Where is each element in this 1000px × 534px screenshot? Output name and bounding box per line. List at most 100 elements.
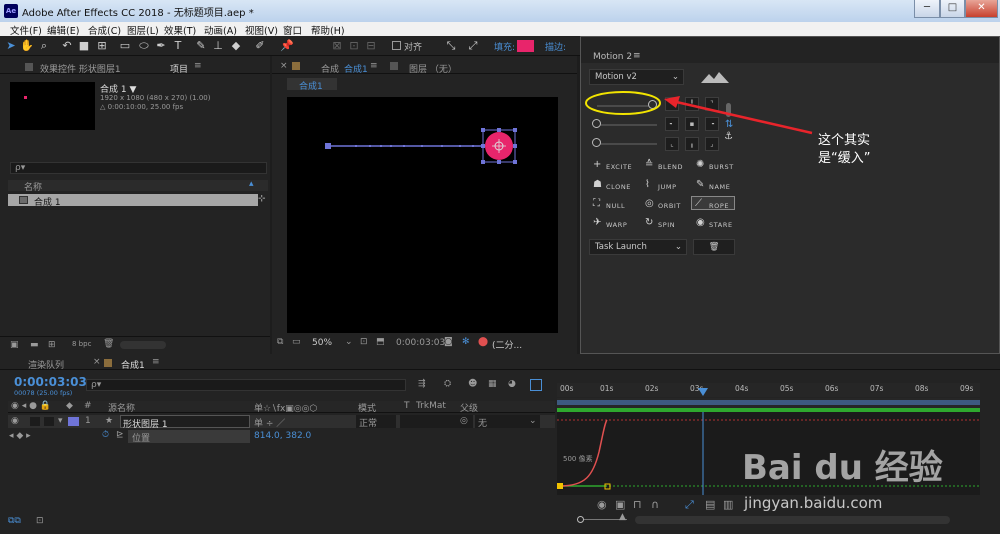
position-property-row[interactable]: ◂ ◆ ▸ ⏱ ⊵ 位置 814.0, 382.0: [8, 430, 555, 444]
composition-viewer[interactable]: [287, 97, 558, 333]
switches-column-icon[interactable]: 单☆∖fx▣◎◎⬡: [254, 401, 317, 414]
type-tool-icon[interactable]: T: [171, 39, 185, 53]
close-tab-icon[interactable]: ×: [280, 61, 288, 71]
timeline-search-input[interactable]: ρ▾: [86, 379, 406, 391]
resolution-dropdown[interactable]: (二分...: [492, 338, 522, 351]
tab-composition[interactable]: 合成1: [344, 62, 368, 75]
snap-option-icon[interactable]: ⤡: [444, 39, 458, 53]
layer-expand-icon[interactable]: ▾: [58, 416, 63, 426]
fit-all-graphs-icon[interactable]: ⤢: [685, 498, 694, 512]
jump-button[interactable]: JUMP: [658, 183, 677, 191]
menu-file[interactable]: 文件(F): [10, 23, 42, 37]
col-parent[interactable]: 父级: [460, 401, 478, 414]
tab-project[interactable]: 项目: [170, 62, 188, 75]
layer-parent-dropdown[interactable]: 无 ⌄: [475, 415, 540, 429]
graph-editor-toggle-icon[interactable]: [530, 379, 542, 391]
null-button[interactable]: NULL: [606, 202, 625, 210]
axis-tool-icon[interactable]: ⊠: [330, 39, 344, 53]
menu-animation[interactable]: 动画(A): [204, 23, 237, 37]
puppet-tool-icon[interactable]: 📌: [280, 39, 294, 53]
col-trkmat[interactable]: TrkMat: [416, 401, 446, 411]
frame-blending-icon[interactable]: ▦: [488, 379, 497, 389]
tab-effect-controls[interactable]: 效果控件 形状图层1: [40, 62, 121, 75]
footer-render-time-icon[interactable]: ⊡: [36, 516, 44, 526]
motion-panel-menu-icon[interactable]: ≡: [633, 51, 641, 61]
warp-button[interactable]: WARP: [606, 221, 627, 229]
menu-window[interactable]: 窗口: [283, 23, 302, 37]
task-launch-dropdown[interactable]: Task Launch ⌄: [589, 239, 687, 255]
clone-stamp-tool-icon[interactable]: ⊥: [211, 39, 225, 53]
layer-visibility-icon[interactable]: ◉: [11, 416, 19, 426]
tab-layer[interactable]: 图层 （无）: [409, 62, 457, 75]
menu-help[interactable]: 帮助(H): [311, 23, 345, 37]
orbit-button[interactable]: ORBIT: [658, 202, 681, 210]
menu-view[interactable]: 视图(V): [245, 23, 278, 37]
pan-behind-tool-icon[interactable]: ⊞: [95, 39, 109, 53]
close-button[interactable]: ✕: [965, 0, 998, 18]
col-name[interactable]: 名称: [24, 180, 42, 193]
shape-tool-icon[interactable]: ▭: [118, 39, 132, 53]
show-snapshot-icon[interactable]: ✻: [462, 337, 470, 347]
timeline-horizontal-scrollbar[interactable]: [635, 516, 950, 524]
spin-button[interactable]: SPIN: [658, 221, 675, 229]
project-item-row[interactable]: 合成 1: [8, 194, 258, 208]
col-t[interactable]: T: [404, 401, 410, 411]
snap-checkbox[interactable]: [392, 41, 401, 50]
position-value[interactable]: 814.0, 382.0: [254, 431, 311, 441]
flowchart-icon[interactable]: ⊹: [258, 194, 266, 204]
fit-view-icon[interactable]: ▥: [723, 498, 733, 511]
brush-tool-icon[interactable]: ✎: [194, 39, 208, 53]
zoom-tool-icon[interactable]: ⌕: [37, 39, 51, 53]
graph-icon[interactable]: ⊵: [116, 430, 124, 440]
fit-selection-icon[interactable]: ▤: [705, 498, 715, 511]
viewer-timecode[interactable]: 0:00:03:03: [396, 338, 445, 348]
footer-toggle-icon[interactable]: ⧉⧉: [8, 516, 21, 526]
new-folder-icon[interactable]: ▬: [30, 340, 39, 350]
display-icon[interactable]: ▭: [292, 337, 301, 347]
timeline-menu-icon[interactable]: ≡: [152, 357, 160, 367]
eraser-tool-icon[interactable]: ◆: [229, 39, 243, 53]
graph-options-icon[interactable]: ▣: [615, 498, 625, 511]
prev-keyframe-icon[interactable]: ◂ ◆ ▸: [9, 431, 31, 441]
layer-label-color[interactable]: [68, 417, 79, 426]
snap-option2-icon[interactable]: ⤢: [466, 39, 480, 53]
tab-composition-prefix[interactable]: 合成: [321, 62, 339, 75]
roto-brush-tool-icon[interactable]: ✐: [253, 39, 267, 53]
transparency-grid-icon[interactable]: ⬒: [376, 337, 385, 347]
fit-icon[interactable]: ⊡: [360, 337, 368, 347]
pen-tool-icon[interactable]: ✒: [154, 39, 168, 53]
time-ruler[interactable]: 00s 01s 02s 03s 04s 05s 06s 07s 08s 09s: [557, 383, 980, 397]
label-column-icon[interactable]: ◆: [66, 401, 73, 411]
rope-button[interactable]: ROPE: [709, 202, 729, 210]
tab-timeline-comp[interactable]: 合成1: [121, 358, 145, 371]
delete-icon[interactable]: 🗑: [103, 339, 114, 349]
new-comp-icon[interactable]: ⊞: [48, 340, 56, 350]
color-channel-icon[interactable]: ⬤: [478, 337, 488, 347]
project-scrollbar[interactable]: [120, 341, 166, 349]
comp-mini-flowchart-icon[interactable]: ⇶: [418, 379, 426, 389]
name-button[interactable]: NAME: [709, 183, 730, 191]
snapshot-icon[interactable]: ◙: [444, 337, 453, 347]
menu-effect[interactable]: 效果(T): [164, 23, 196, 37]
layer-name-field[interactable]: 形状图层 1: [120, 415, 250, 430]
interpret-footage-icon[interactable]: ▣: [10, 340, 19, 350]
layer-row[interactable]: ◉ ▾ 1 ★ 形状图层 1 单 ÷ ／ 正常 ◎ 无 ⌄: [8, 415, 555, 430]
tab-render-queue[interactable]: 渲染队列: [28, 358, 64, 371]
world-axis-icon[interactable]: ⊡: [347, 39, 361, 53]
stopwatch-icon[interactable]: ⏱: [102, 430, 109, 440]
shy-layers-icon[interactable]: ☻: [468, 379, 477, 389]
layer-mode-dropdown[interactable]: 正常: [356, 415, 396, 429]
work-area-range[interactable]: [557, 400, 980, 405]
zoom-slider-knob[interactable]: [577, 516, 584, 523]
show-transform-box-icon[interactable]: ⊓: [633, 498, 642, 511]
always-preview-icon[interactable]: ⧉: [277, 337, 283, 347]
menu-layer[interactable]: 图层(L): [127, 23, 159, 37]
minimize-button[interactable]: ─: [914, 0, 940, 18]
comp-panel-menu-icon[interactable]: ≡: [370, 61, 378, 71]
sort-arrow-icon[interactable]: ▴: [249, 179, 254, 189]
rotate-tool-icon[interactable]: ↶: [60, 39, 74, 53]
blend-button[interactable]: BLEND: [658, 163, 683, 171]
menu-edit[interactable]: 编辑(E): [47, 23, 79, 37]
draft-3d-icon[interactable]: ⛭: [444, 379, 451, 389]
zoom-dropdown-arrow-icon[interactable]: ⌄: [345, 337, 353, 347]
